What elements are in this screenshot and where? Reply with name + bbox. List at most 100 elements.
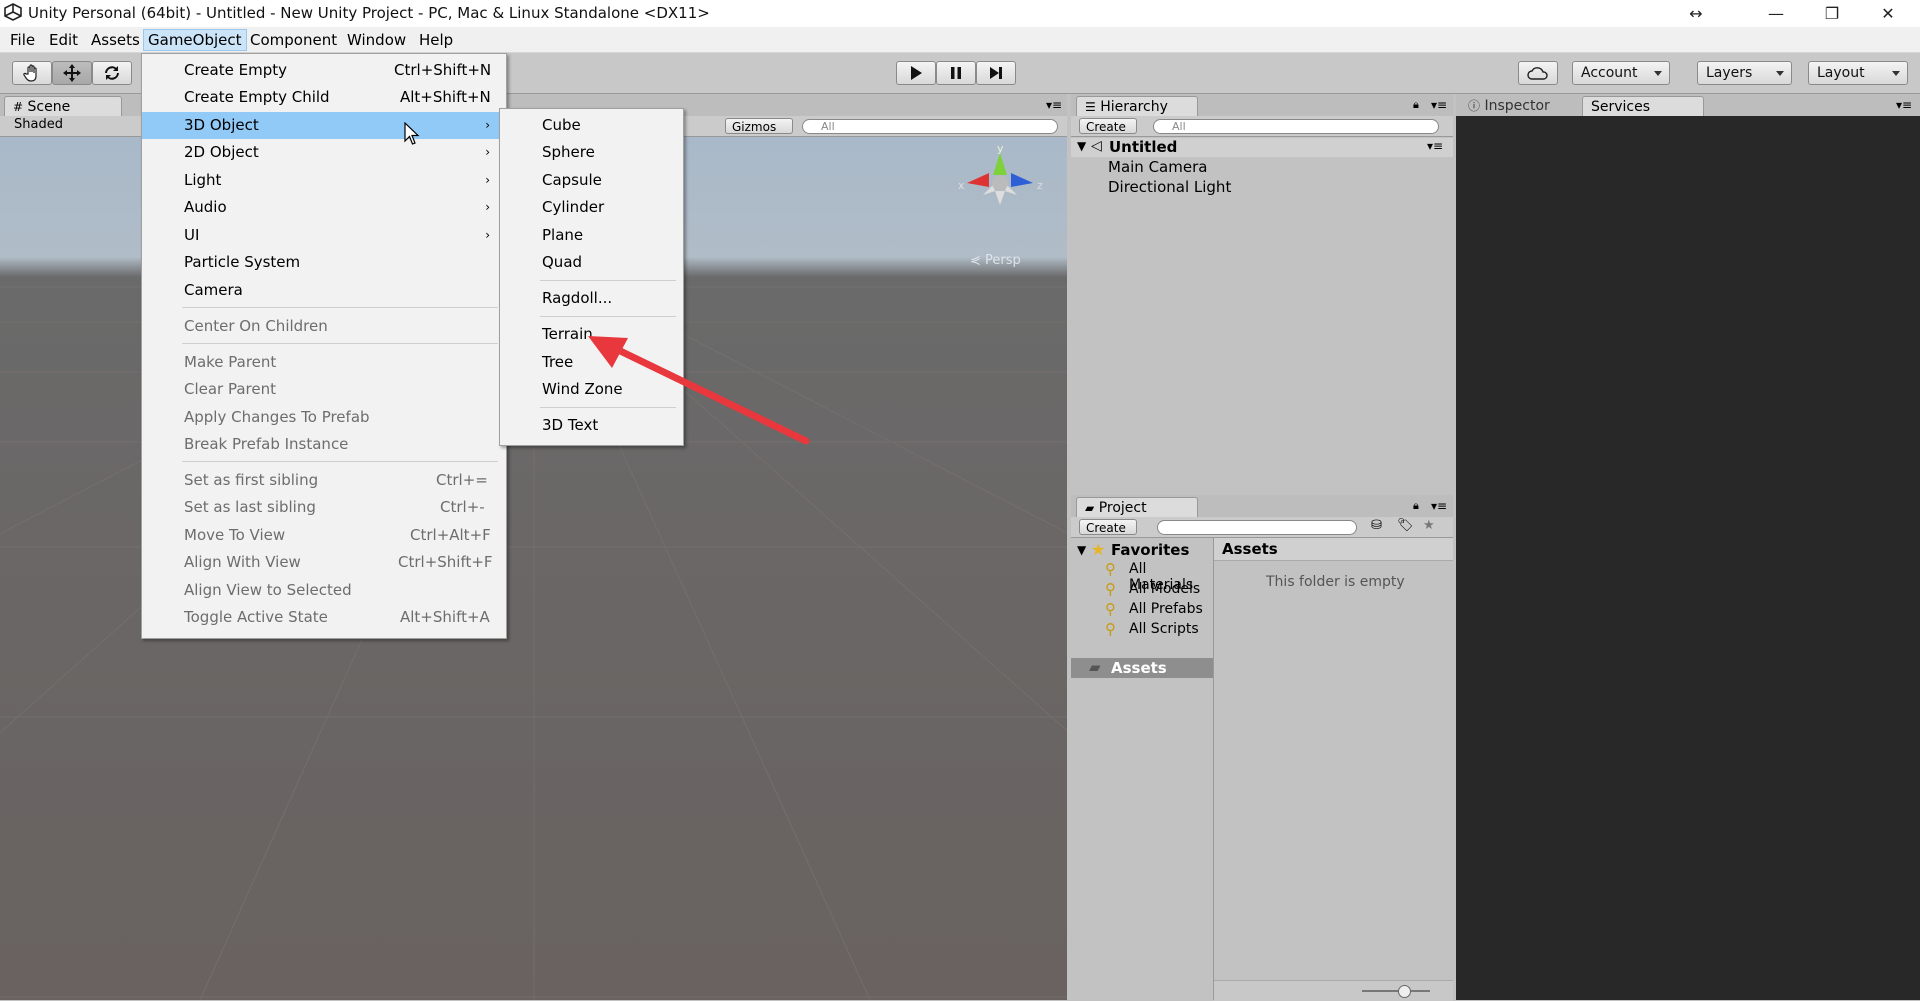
menu-item-camera[interactable]: Camera xyxy=(142,277,504,304)
resize-icon[interactable]: ↔ xyxy=(1672,0,1720,27)
star-icon[interactable]: ★ xyxy=(1423,518,1435,533)
favorite-item[interactable]: All Prefabs xyxy=(1129,601,1203,617)
menu-item-label: Create Empty xyxy=(184,61,287,79)
lock-icon[interactable]: 🔒︎ xyxy=(1413,98,1419,112)
submenu-item-quad[interactable]: Quad xyxy=(500,249,681,276)
tab-hierarchy[interactable]: ☰ Hierarchy xyxy=(1076,96,1198,116)
menu-item-3d-object[interactable]: 3D Object › xyxy=(142,112,504,139)
layout-dropdown[interactable]: Layout xyxy=(1808,61,1908,85)
unity-scene-icon: ◁ xyxy=(1091,138,1102,154)
menu-file[interactable]: File xyxy=(6,30,39,50)
menu-item-create-empty[interactable]: Create Empty Ctrl+Shift+N xyxy=(142,57,504,84)
panel-menu-icon[interactable]: ▾≡ xyxy=(1896,98,1912,112)
hierarchy-item[interactable]: Main Camera xyxy=(1108,158,1207,176)
search-icon: ⚲ xyxy=(1105,620,1116,638)
menu-item-particle-system[interactable]: Particle System xyxy=(142,249,504,276)
submenu-item-sphere[interactable]: Sphere xyxy=(500,139,681,166)
menu-gameobject[interactable]: GameObject xyxy=(143,29,247,51)
menu-help[interactable]: Help xyxy=(415,30,457,50)
icon-size-slider[interactable] xyxy=(1362,990,1430,992)
menu-item-toggle-active-state[interactable]: Toggle Active State Alt+Shift+A xyxy=(142,604,504,631)
scene-search-input[interactable]: All xyxy=(802,119,1058,134)
menu-item-apply-changes-to-prefab[interactable]: Apply Changes To Prefab xyxy=(142,404,504,431)
hierarchy-item[interactable]: Directional Light xyxy=(1108,178,1231,196)
play-button[interactable] xyxy=(896,61,936,85)
slider-thumb[interactable] xyxy=(1398,985,1411,998)
scene-row[interactable]: ▼ ◁ Untitled ▾≡ xyxy=(1071,138,1453,157)
account-dropdown[interactable]: Account xyxy=(1572,61,1670,85)
expand-triangle-icon[interactable]: ▼ xyxy=(1077,543,1086,557)
hand-tool-button[interactable] xyxy=(12,61,52,85)
menu-item-move-to-view[interactable]: Move To View Ctrl+Alt+F xyxy=(142,522,504,549)
menu-assets[interactable]: Assets xyxy=(87,30,144,50)
window-title: Unity Personal (64bit) - Untitled - New … xyxy=(28,4,710,22)
panel-menu-icon[interactable]: ▾≡ xyxy=(1431,499,1447,513)
pause-button[interactable] xyxy=(936,61,976,85)
cloud-button[interactable] xyxy=(1518,61,1558,85)
project-search-input[interactable] xyxy=(1157,520,1357,535)
lock-icon[interactable]: 🔒︎ xyxy=(1413,499,1419,513)
maximize-button[interactable]: ❐ xyxy=(1808,0,1856,27)
submenu-item-cylinder[interactable]: Cylinder xyxy=(500,194,681,221)
menu-item-break-prefab-instance[interactable]: Break Prefab Instance xyxy=(142,431,504,458)
tab-services[interactable]: Services xyxy=(1582,96,1704,116)
submenu-item-capsule[interactable]: Capsule xyxy=(500,167,681,194)
menu-item-clear-parent[interactable]: Clear Parent xyxy=(142,376,504,403)
tab-scene[interactable]: # Scene xyxy=(4,96,122,116)
filter-by-label-icon[interactable]: 🏷︎ xyxy=(1397,518,1414,533)
menu-item-set-last-sibling[interactable]: Set as last sibling Ctrl+- xyxy=(142,494,504,521)
gizmos-label: Gizmos xyxy=(732,120,777,134)
menu-item-center-on-children[interactable]: Center On Children xyxy=(142,313,504,340)
move-tool-button[interactable] xyxy=(52,61,92,85)
menu-item-align-with-view[interactable]: Align With View Ctrl+Shift+F xyxy=(142,549,504,576)
filter-by-type-icon[interactable]: ⛁ xyxy=(1371,518,1382,533)
favorite-item[interactable]: All Scripts xyxy=(1129,621,1199,637)
menu-item-ui[interactable]: UI › xyxy=(142,222,504,249)
assets-folder-row[interactable]: ▰ Assets xyxy=(1071,658,1213,678)
project-create-button[interactable]: Create ▾ xyxy=(1079,519,1137,551)
close-button[interactable]: ✕ xyxy=(1864,0,1912,27)
panel-menu-icon[interactable]: ▾≡ xyxy=(1046,98,1062,112)
menu-item-label: 3D Object xyxy=(184,116,259,134)
empty-folder-message: This folder is empty xyxy=(1266,574,1405,590)
menu-item-make-parent[interactable]: Make Parent xyxy=(142,349,504,376)
shading-mode-dropdown[interactable]: Shaded xyxy=(14,117,63,132)
menu-item-label: Center On Children xyxy=(184,317,328,335)
menu-window[interactable]: Window xyxy=(343,30,410,50)
favorite-item[interactable]: All Models xyxy=(1129,581,1200,597)
hierarchy-panel: ▼ ◁ Untitled ▾≡ Main Camera Directional … xyxy=(1071,137,1453,492)
hierarchy-search-input[interactable]: All xyxy=(1153,119,1439,134)
create-label: Create xyxy=(1086,120,1126,134)
menu-edit[interactable]: Edit xyxy=(45,30,82,50)
menu-component[interactable]: Component xyxy=(246,30,341,50)
orientation-gizmo[interactable]: y x z xyxy=(955,143,1045,228)
layers-dropdown[interactable]: Layers xyxy=(1697,61,1792,85)
menu-item-audio[interactable]: Audio › xyxy=(142,194,504,221)
menu-item-light[interactable]: Light › xyxy=(142,167,504,194)
tab-inspector[interactable]: ⓘ Inspector xyxy=(1468,97,1550,115)
menu-item-create-empty-child[interactable]: Create Empty Child Alt+Shift+N xyxy=(142,84,504,111)
menu-item-set-first-sibling[interactable]: Set as first sibling Ctrl+= xyxy=(142,467,504,494)
tab-project[interactable]: ▰ Project xyxy=(1076,497,1198,517)
scene-menu-icon[interactable]: ▾≡ xyxy=(1427,139,1443,153)
menu-item-align-view-to-selected[interactable]: Align View to Selected xyxy=(142,577,504,604)
step-button[interactable] xyxy=(976,61,1016,85)
favorites-label[interactable]: Favorites xyxy=(1111,541,1189,559)
minimize-button[interactable]: — xyxy=(1752,0,1800,27)
step-icon xyxy=(990,67,1002,79)
expand-triangle-icon[interactable]: ▼ xyxy=(1077,139,1086,153)
panel-menu-icon[interactable]: ▾≡ xyxy=(1431,98,1447,112)
persp-label[interactable]: ⋞ Persp xyxy=(970,253,1021,268)
rotate-tool-button[interactable] xyxy=(92,61,132,85)
submenu-item-plane[interactable]: Plane xyxy=(500,222,681,249)
create-label: Create xyxy=(1086,521,1126,535)
gizmos-dropdown[interactable]: Gizmos ▾ xyxy=(725,118,793,150)
menu-separator xyxy=(540,280,676,281)
project-folder-tree: ▼ ★ Favorites ⚲ All Materials ⚲ All Mode… xyxy=(1071,538,1214,1000)
hierarchy-create-button[interactable]: Create ▾ xyxy=(1079,118,1137,150)
layers-label: Layers xyxy=(1706,65,1753,81)
submenu-item-ragdoll[interactable]: Ragdoll... xyxy=(500,285,681,312)
project-tab-label: Project xyxy=(1098,500,1147,516)
menu-item-2d-object[interactable]: 2D Object › xyxy=(142,139,504,166)
submenu-item-cube[interactable]: Cube xyxy=(500,112,681,139)
